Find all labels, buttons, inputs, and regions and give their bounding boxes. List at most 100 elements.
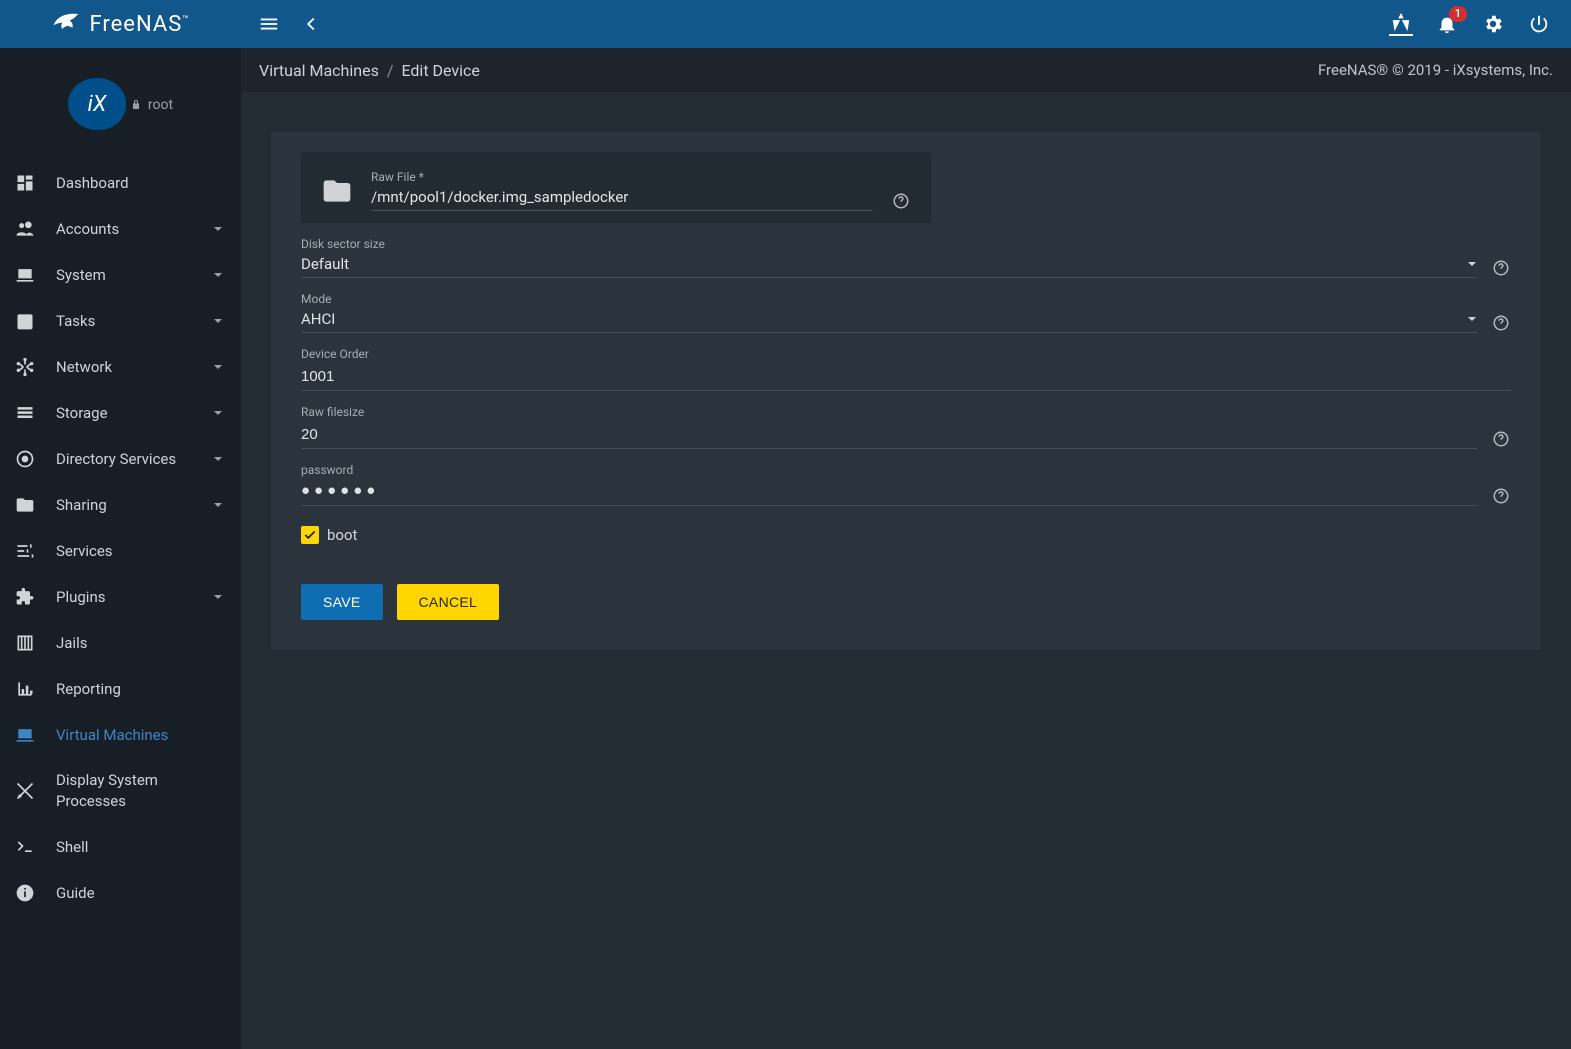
target-icon — [14, 448, 36, 470]
sidebar-item-reporting[interactable]: Reporting — [0, 666, 241, 712]
user-indicator: root — [130, 97, 173, 113]
help-icon[interactable] — [1491, 429, 1511, 449]
cancel-button[interactable]: CANCEL — [397, 584, 500, 620]
mode-label: Mode — [301, 292, 1477, 306]
password-input[interactable]: ●●●●●● — [301, 481, 1477, 506]
topbar-actions: 1 — [1389, 12, 1561, 36]
raw-file-label: Raw File * — [371, 170, 873, 184]
sidebar-item-label: Tasks — [56, 312, 213, 330]
lock-icon — [130, 99, 142, 111]
settings-icon[interactable] — [1481, 12, 1505, 36]
raw-filesize-label: Raw filesize — [301, 405, 1477, 419]
nav: Dashboard Accounts System Tasks Network Stora… — [0, 160, 241, 916]
tune-icon — [14, 540, 36, 562]
help-icon[interactable] — [1491, 313, 1511, 333]
folder-icon[interactable] — [321, 175, 353, 211]
jail-icon — [14, 632, 36, 654]
sidebar-item-label: Jails — [56, 634, 227, 652]
terminal-icon — [14, 836, 36, 858]
process-icon — [14, 780, 36, 802]
help-icon[interactable] — [891, 191, 911, 211]
disk-sector-row: Disk sector size Default — [301, 237, 1511, 278]
device-order-row: Device Order — [301, 347, 1511, 391]
notification-badge: 1 — [1449, 6, 1467, 22]
brand-box: iX root — [0, 78, 241, 130]
sidebar-item-label: Dashboard — [56, 174, 227, 192]
sidebar-item-storage[interactable]: Storage — [0, 390, 241, 436]
laptop-icon — [14, 724, 36, 746]
sidebar-item-display-system-processes[interactable]: Display System Processes — [0, 758, 241, 824]
sidebar-item-label: Reporting — [56, 680, 227, 698]
main: Virtual Machines / Edit Device FreeNAS® … — [241, 48, 1571, 1049]
sidebar-item-services[interactable]: Services — [0, 528, 241, 574]
sidebar-item-sharing[interactable]: Sharing — [0, 482, 241, 528]
sidebar-item-label: Directory Services — [56, 450, 213, 468]
boot-label: boot — [327, 526, 357, 544]
extension-icon — [14, 586, 36, 608]
sidebar-item-directory-services[interactable]: Directory Services — [0, 436, 241, 482]
copyright: FreeNAS® © 2019 - iXsystems, Inc. — [1318, 61, 1553, 79]
sidebar-item-dashboard[interactable]: Dashboard — [0, 160, 241, 206]
content: Raw File * /mnt/pool1/docker.img_sampled… — [241, 92, 1571, 690]
username: root — [148, 97, 173, 113]
raw-filesize-input[interactable] — [301, 423, 1477, 449]
raw-file-row: Raw File * /mnt/pool1/docker.img_sampled… — [301, 152, 931, 223]
chart-icon — [14, 678, 36, 700]
help-icon[interactable] — [1491, 486, 1511, 506]
logo-area: FreeNAS™ — [0, 9, 241, 39]
sidebar-item-label: Guide — [56, 884, 227, 902]
notifications-icon[interactable]: 1 — [1435, 12, 1459, 36]
shark-icon — [51, 9, 81, 39]
menu-toggle-icon[interactable] — [257, 12, 281, 36]
sidebar-item-network[interactable]: Network — [0, 344, 241, 390]
button-row: SAVE CANCEL — [301, 584, 1511, 620]
sidebar-item-jails[interactable]: Jails — [0, 620, 241, 666]
breadcrumb-root[interactable]: Virtual Machines — [259, 61, 379, 80]
power-icon[interactable] — [1527, 12, 1551, 36]
app-name: FreeNAS — [89, 12, 182, 37]
sidebar-item-guide[interactable]: Guide — [0, 870, 241, 916]
sidebar-item-virtual-machines[interactable]: Virtual Machines — [0, 712, 241, 758]
sidebar-item-label: Accounts — [56, 220, 213, 238]
sidebar-item-accounts[interactable]: Accounts — [0, 206, 241, 252]
mode-select[interactable]: AHCI — [301, 310, 1477, 333]
info-icon — [14, 882, 36, 904]
chevron-down-icon — [213, 266, 227, 284]
device-order-input[interactable] — [301, 365, 1511, 391]
chevron-down-icon — [213, 404, 227, 422]
theme-icon[interactable] — [1389, 12, 1413, 36]
sidebar-item-label: Virtual Machines — [56, 726, 227, 744]
laptop-icon — [14, 264, 36, 286]
save-button[interactable]: SAVE — [301, 584, 383, 620]
disk-sector-select[interactable]: Default — [301, 255, 1477, 278]
sidebar-item-label: Display System Processes — [56, 770, 227, 812]
raw-file-input[interactable]: /mnt/pool1/docker.img_sampledocker — [371, 188, 873, 211]
sidebar-item-shell[interactable]: Shell — [0, 824, 241, 870]
sidebar-item-tasks[interactable]: Tasks — [0, 298, 241, 344]
sidebar-item-system[interactable]: System — [0, 252, 241, 298]
chevron-down-icon — [213, 358, 227, 376]
breadcrumb-page: Edit Device — [401, 61, 479, 80]
folder-share-icon — [14, 494, 36, 516]
form-card: Raw File * /mnt/pool1/docker.img_sampled… — [271, 132, 1541, 650]
collapse-icon[interactable] — [299, 12, 323, 36]
disk-sector-label: Disk sector size — [301, 237, 1477, 251]
chevron-down-icon — [213, 588, 227, 606]
device-order-label: Device Order — [301, 347, 1511, 361]
people-icon — [14, 218, 36, 240]
sidebar-item-label: Shell — [56, 838, 227, 856]
breadcrumb-sep: / — [387, 61, 394, 80]
chevron-down-icon — [213, 496, 227, 514]
sidebar: iX root Dashboard Accounts System Tasks Netw… — [0, 48, 241, 1049]
sidebar-item-label: Storage — [56, 404, 213, 422]
sidebar-item-label: Plugins — [56, 588, 213, 606]
mode-row: Mode AHCI — [301, 292, 1511, 333]
topbar-toggles — [241, 12, 323, 36]
chevron-down-icon — [1467, 255, 1477, 273]
boot-checkbox[interactable] — [301, 526, 319, 544]
help-icon[interactable] — [1491, 258, 1511, 278]
sidebar-item-plugins[interactable]: Plugins — [0, 574, 241, 620]
app-logo[interactable]: FreeNAS™ — [51, 9, 189, 39]
password-label: password — [301, 463, 1477, 477]
calendar-icon — [14, 310, 36, 332]
